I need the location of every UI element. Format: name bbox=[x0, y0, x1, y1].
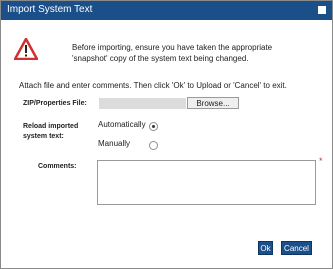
required-marker: * bbox=[319, 156, 323, 166]
reload-label: Reload imported system text: bbox=[23, 122, 78, 142]
radio-label-automatically[interactable]: Automatically bbox=[98, 120, 146, 129]
dialog-title: Import System Text bbox=[7, 4, 93, 15]
instructions-text: Attach file and enter comments. Then cli… bbox=[19, 81, 287, 90]
file-label: ZIP/Properties File: bbox=[23, 100, 87, 107]
ok-button[interactable]: Ok bbox=[258, 241, 273, 255]
close-icon[interactable] bbox=[318, 6, 326, 14]
warning-line-1: Before importing, ensure you have taken … bbox=[72, 43, 273, 52]
dialog-titlebar[interactable]: Import System Text bbox=[1, 1, 332, 20]
radio-automatically[interactable] bbox=[149, 122, 158, 131]
reload-label-line-1: Reload imported bbox=[23, 123, 79, 130]
radio-selected-dot bbox=[152, 125, 155, 128]
warning-line-2: 'snapshot' copy of the system text being… bbox=[72, 54, 249, 63]
radio-label-manually[interactable]: Manually bbox=[98, 139, 130, 148]
cancel-button[interactable]: Cancel bbox=[281, 241, 312, 255]
warning-triangle-icon bbox=[14, 38, 38, 60]
radio-manually[interactable] bbox=[149, 141, 158, 150]
reload-label-line-2: system text: bbox=[23, 133, 64, 140]
comments-label: Comments: bbox=[38, 163, 77, 170]
browse-button[interactable]: Browse... bbox=[187, 97, 239, 109]
warning-message: Before importing, ensure you have taken … bbox=[72, 42, 312, 64]
file-path-field[interactable] bbox=[99, 98, 186, 109]
import-dialog: Import System Text Before importing, ens… bbox=[0, 0, 333, 269]
comments-textarea[interactable] bbox=[97, 160, 316, 205]
